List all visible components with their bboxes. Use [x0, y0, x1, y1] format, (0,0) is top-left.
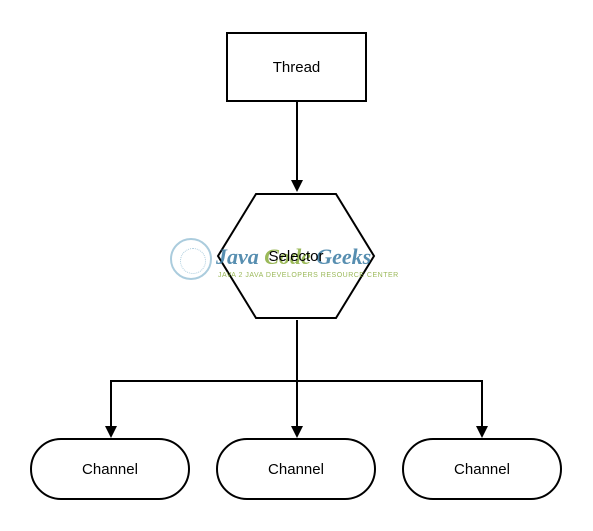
- edge-to-channel3: [481, 380, 483, 426]
- thread-node: Thread: [226, 32, 367, 102]
- channel-label: Channel: [82, 461, 138, 478]
- diagram-container: Thread Selector Channel Channel Channel …: [0, 0, 593, 531]
- watermark-inner-circle: [180, 248, 206, 274]
- selector-node: Selector: [216, 192, 376, 320]
- edge-to-channel2: [296, 380, 298, 426]
- edge-thread-selector: [296, 102, 298, 180]
- selector-label: Selector: [216, 192, 376, 320]
- channel-node-1: Channel: [30, 438, 190, 500]
- arrowhead-icon: [476, 426, 488, 438]
- channel-label: Channel: [454, 461, 510, 478]
- watermark-circle-icon: [170, 238, 212, 280]
- arrowhead-icon: [105, 426, 117, 438]
- edge-to-channel1: [110, 380, 112, 426]
- edge-selector-vertical: [296, 320, 298, 380]
- channel-label: Channel: [268, 461, 324, 478]
- arrowhead-icon: [291, 426, 303, 438]
- arrowhead-icon: [291, 180, 303, 192]
- channel-node-3: Channel: [402, 438, 562, 500]
- channel-node-2: Channel: [216, 438, 376, 500]
- thread-label: Thread: [273, 59, 321, 76]
